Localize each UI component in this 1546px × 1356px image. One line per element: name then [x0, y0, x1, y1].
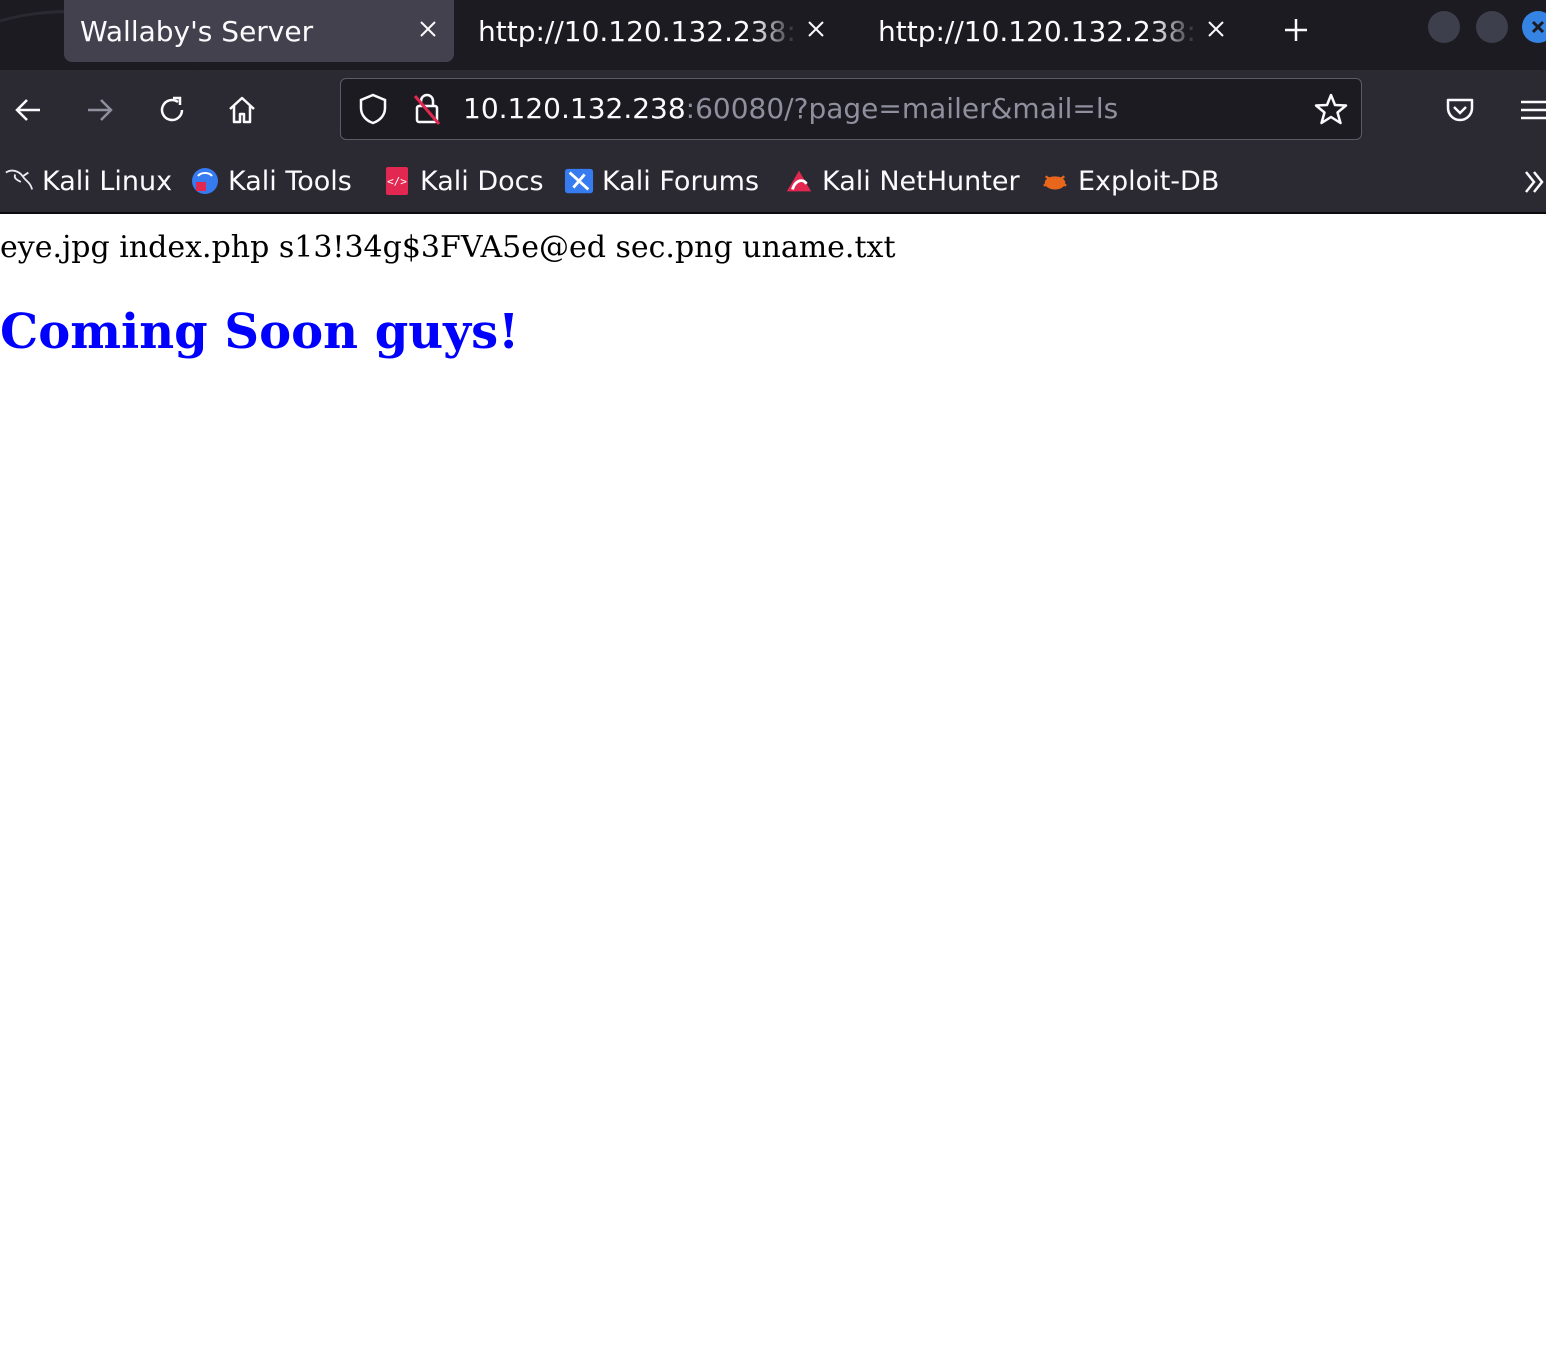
close-tab-icon[interactable]	[414, 15, 442, 43]
tab-title: http://10.120.132.238:60080/?page=mailer…	[878, 14, 1198, 48]
svg-text:</>: </>	[387, 175, 407, 188]
forward-arrow-icon	[88, 99, 113, 121]
bookmark-label: Kali Linux	[42, 165, 173, 197]
maximize-window-button[interactable]	[1476, 11, 1508, 43]
tab-mailer-2[interactable]: http://10.120.132.238:60080/?page=mailer…	[862, 0, 1242, 62]
address-bar[interactable]: 10.120.132.238:60080/?page=mailer&mail=l…	[340, 78, 1362, 140]
command-output-listing: eye.jpg index.php s13!34g$3FVA5e@ed sec.…	[0, 230, 896, 265]
chevron-double-right-icon	[1525, 171, 1544, 193]
more-bookmarks-button[interactable]	[1522, 168, 1546, 200]
kali-nethunter-icon	[784, 166, 814, 196]
hamburger-menu-icon	[1521, 100, 1546, 120]
bookmark-kali-linux[interactable]: Kali Linux	[4, 162, 172, 200]
close-window-button[interactable]	[1522, 11, 1546, 43]
bookmark-label: Kali Tools	[228, 165, 352, 197]
kali-forums-icon	[564, 166, 594, 196]
bookmark-label: Kali Docs	[420, 165, 544, 197]
pocket-icon	[1446, 98, 1474, 122]
insecure-lock-icon[interactable]	[409, 91, 445, 127]
app-menu-button[interactable]	[1512, 90, 1546, 130]
pocket-button[interactable]	[1440, 90, 1480, 130]
kali-docs-icon: </>	[382, 166, 412, 196]
kali-tools-icon	[190, 166, 220, 196]
home-icon	[229, 96, 255, 124]
bookmark-kali-tools[interactable]: Kali Tools	[190, 162, 352, 200]
exploit-db-icon	[1040, 166, 1070, 196]
page-heading: Coming Soon guys!	[0, 304, 520, 360]
bookmark-kali-forums[interactable]: Kali Forums	[564, 162, 759, 200]
close-tab-icon[interactable]	[802, 15, 830, 43]
url-host: 10.120.132.238	[463, 92, 686, 125]
bookmark-label: Exploit-DB	[1078, 165, 1220, 197]
tab-wallabys-server[interactable]: Wallaby's Server	[64, 0, 454, 62]
bookmark-kali-nethunter[interactable]: Kali NetHunter	[784, 162, 1020, 200]
navigation-toolbar: 10.120.132.238:60080/?page=mailer&mail=l…	[0, 70, 1546, 150]
url-text[interactable]: 10.120.132.238:60080/?page=mailer&mail=l…	[463, 92, 1118, 125]
page-content: eye.jpg index.php s13!34g$3FVA5e@ed sec.…	[0, 214, 1546, 1356]
forward-button[interactable]	[80, 90, 120, 130]
tracking-protection-shield-icon[interactable]	[355, 91, 391, 127]
close-icon	[1531, 20, 1545, 34]
bookmark-label: Kali NetHunter	[822, 165, 1020, 197]
close-tab-icon[interactable]	[1202, 15, 1230, 43]
bookmark-kali-docs[interactable]: </> Kali Docs	[382, 162, 544, 200]
bookmark-star-icon[interactable]	[1313, 91, 1349, 127]
bookmark-label: Kali Forums	[602, 165, 760, 197]
tab-title: http://10.120.132.238:60080/?page=mailer…	[478, 14, 798, 48]
back-button[interactable]	[8, 90, 48, 130]
tab-title: Wallaby's Server	[80, 14, 314, 48]
kali-dragon-icon	[4, 166, 34, 196]
bookmark-exploit-db[interactable]: Exploit-DB	[1040, 162, 1219, 200]
reload-icon	[160, 96, 184, 122]
tab-strip: Wallaby's Server http://10.120.132.238:6…	[0, 0, 1546, 70]
reload-button[interactable]	[152, 90, 192, 130]
home-button[interactable]	[222, 90, 262, 130]
minimize-window-button[interactable]	[1428, 11, 1460, 43]
back-arrow-icon	[15, 99, 40, 121]
tab-mailer-1[interactable]: http://10.120.132.238:60080/?page=mailer…	[462, 0, 842, 62]
plus-icon	[1285, 19, 1307, 41]
new-tab-button[interactable]	[1276, 10, 1316, 50]
bookmarks-toolbar: Kali Linux Kali Tools </> Kali Docs Kali…	[0, 150, 1546, 214]
url-path: :60080/?page=mailer&mail=ls	[685, 92, 1119, 125]
